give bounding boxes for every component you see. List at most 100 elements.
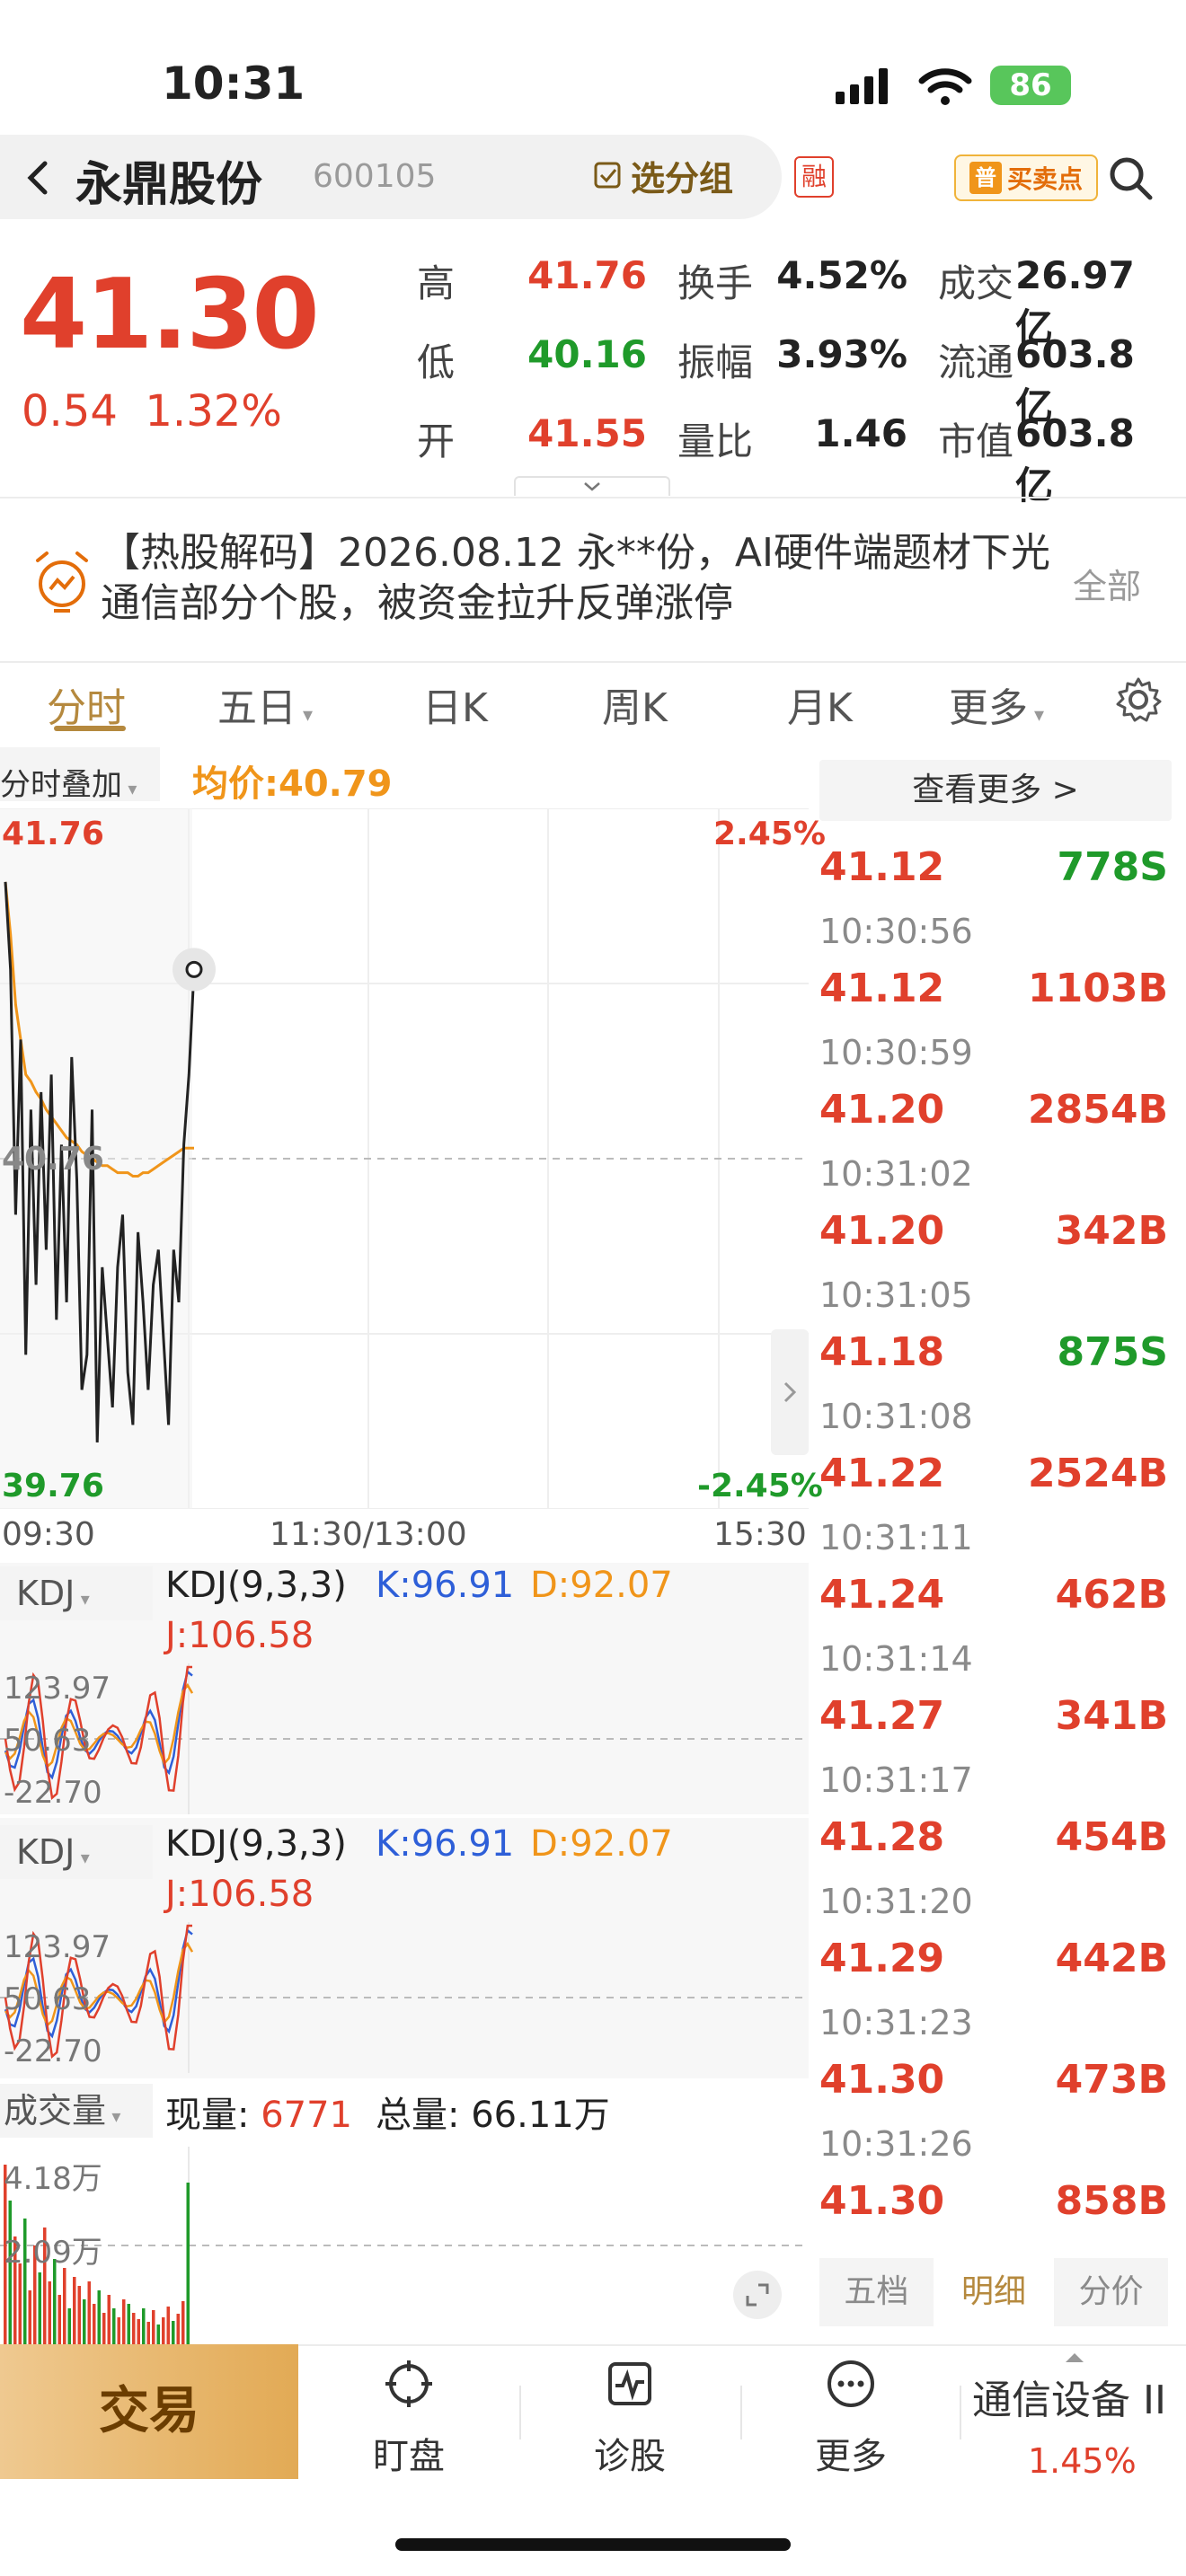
home-indicator — [395, 2538, 791, 2551]
tab-intraday[interactable]: 分时 — [47, 675, 126, 733]
tape-time: 10:31:14 — [819, 1639, 973, 1679]
chevron-up-icon[interactable] — [1062, 2350, 1087, 2366]
chart-high-pct: 2.45% — [713, 816, 826, 852]
divider — [0, 661, 1186, 663]
kdj-axis-top: 123.97 — [4, 1929, 111, 1965]
volume-bar — [112, 2308, 116, 2344]
tab-five-day-label: 五日 — [217, 685, 296, 731]
volume-bar — [18, 2263, 22, 2344]
kdj-axis-low: -22.70 — [4, 2033, 102, 2069]
volume-bar — [122, 2299, 126, 2344]
volume-bar — [107, 2295, 111, 2344]
tab-weekly-k[interactable]: 周K — [602, 675, 668, 733]
stat-turnover-label: 换手 — [677, 261, 754, 305]
volume-bar — [176, 2314, 180, 2344]
divider — [519, 2386, 521, 2439]
tape-time: 10:31:20 — [819, 1882, 973, 1921]
buysell-prefix: 普 — [969, 162, 1002, 194]
tape-volume: 2524B — [1028, 1451, 1168, 1496]
more-label: 更多 — [815, 2436, 887, 2477]
kdj-axis-top: 123.97 — [4, 1671, 111, 1707]
tab-monthly-k[interactable]: 月K — [787, 675, 853, 733]
tab-daily-k[interactable]: 日K — [422, 675, 488, 733]
watchlist-group-button[interactable]: 选分组 — [593, 151, 733, 200]
tape-time: 10:30:56 — [819, 912, 973, 951]
back-icon[interactable] — [20, 158, 56, 198]
tape-volume: 875S — [1057, 1329, 1168, 1375]
kdj-params: KDJ(9,3,3) — [165, 1823, 347, 1865]
target-icon — [385, 2360, 432, 2407]
time-axis-mid: 11:30/13:00 — [270, 1516, 467, 1553]
battery-indicator: 86 — [990, 66, 1071, 105]
chart-mid-price: 40.76 — [2, 1141, 104, 1178]
tape-volume: 1103B — [1028, 966, 1168, 1011]
tape-tab-bar: 五档 明细 分价 — [819, 2258, 1172, 2326]
more-button[interactable]: 更多 — [783, 2357, 918, 2479]
volume-bar — [58, 2295, 61, 2344]
tape-time: 10:31:26 — [819, 2124, 973, 2164]
gear-icon[interactable] — [1114, 675, 1163, 724]
tab-five-day[interactable]: 五日 ▾ — [217, 675, 313, 733]
active-tab-indicator — [54, 726, 126, 731]
tape-volume: 858B — [1055, 2178, 1168, 2224]
volume-axis-mid: 2.09万 — [4, 2235, 102, 2271]
tape-more-button[interactable]: 查看更多 > — [819, 760, 1172, 821]
news-all-link[interactable]: 全部 — [1073, 559, 1141, 608]
signal-icon — [836, 68, 888, 104]
tape-volume: 2854B — [1028, 1087, 1168, 1133]
kdj-params: KDJ(9,3,3) — [165, 1565, 347, 1606]
hot-stock-news[interactable]: 【热股解码】2026.08.12 永**份，AI硬件端题材下光通信部分个股，被资… — [101, 528, 1053, 629]
time-axis-start: 09:30 — [2, 1516, 95, 1553]
kdj-selector-1[interactable]: KDJ ▾ — [0, 1566, 153, 1620]
volume-bar — [87, 2281, 91, 2344]
volume-axis-top: 4.18万 — [4, 2161, 102, 2197]
overlay-selector[interactable]: 分时叠加 ▾ — [0, 760, 137, 804]
volume-total: 总量: 66.11万 — [376, 2086, 610, 2138]
divider — [740, 2386, 742, 2439]
volume-bar — [127, 2304, 130, 2344]
stat-open-value: 41.55 — [527, 411, 647, 455]
diagnose-button[interactable]: 诊股 — [562, 2357, 697, 2479]
sector-name[interactable]: 通信设备 II — [972, 2368, 1166, 2425]
expand-quote-toggle[interactable] — [514, 476, 670, 496]
tab-more-label: 更多 — [949, 685, 1028, 731]
checkbox-icon — [594, 162, 621, 188]
stat-amount-label: 成交 — [938, 261, 1014, 305]
tape-time: 10:30:59 — [819, 1033, 973, 1072]
stat-market-cap-value: 603.8亿 — [1015, 411, 1135, 507]
kdj-d-value: D:92.07 — [530, 1565, 673, 1606]
stat-high-label: 高 — [417, 261, 456, 305]
kdj-axis-low: -22.70 — [4, 1775, 102, 1811]
stat-market-cap-label: 市值 — [938, 419, 1014, 463]
buy-sell-points-button[interactable]: 普 买卖点 — [954, 154, 1098, 201]
tab-price-distribution[interactable]: 分价 — [1054, 2258, 1169, 2326]
tape-volume: 341B — [1055, 1693, 1168, 1739]
volume-bar — [137, 2319, 140, 2344]
volume-selector[interactable]: 成交量 ▾ — [0, 2084, 153, 2138]
kdj-chart — [0, 1663, 809, 1814]
search-icon[interactable] — [1107, 154, 1154, 201]
chevron-down-icon — [584, 482, 600, 491]
tab-more[interactable]: 更多 ▾ — [949, 675, 1044, 733]
kdj-k-value: K:96.91 — [376, 1823, 515, 1865]
intraday-chart[interactable] — [0, 808, 809, 1509]
volume-bar — [97, 2290, 101, 2344]
tab-order-book[interactable]: 五档 — [819, 2258, 934, 2326]
stat-low-label: 低 — [417, 340, 456, 384]
kdj-j-value: J:106.58 — [165, 1874, 314, 1915]
tape-volume: 462B — [1055, 1572, 1168, 1618]
kdj-k-value: K:96.91 — [376, 1565, 515, 1606]
volume-bar — [156, 2325, 160, 2344]
kdj-selector-2[interactable]: KDJ ▾ — [0, 1825, 153, 1879]
fullscreen-icon[interactable] — [731, 2269, 783, 2321]
kdj-d-value: D:92.07 — [530, 1823, 673, 1865]
tape-time: 10:31:11 — [819, 1518, 973, 1557]
volume-bar — [117, 2317, 120, 2344]
volume-total-value: 66.11万 — [471, 2095, 610, 2136]
tab-trade-detail[interactable]: 明细 — [936, 2258, 1051, 2326]
trade-button[interactable]: 交易 — [0, 2344, 298, 2479]
watch-button[interactable]: 盯盘 — [341, 2357, 476, 2479]
volume-bar — [48, 2281, 51, 2344]
overlay-label: 分时叠加 — [0, 767, 122, 803]
tape-volume: 473B — [1055, 2057, 1168, 2103]
